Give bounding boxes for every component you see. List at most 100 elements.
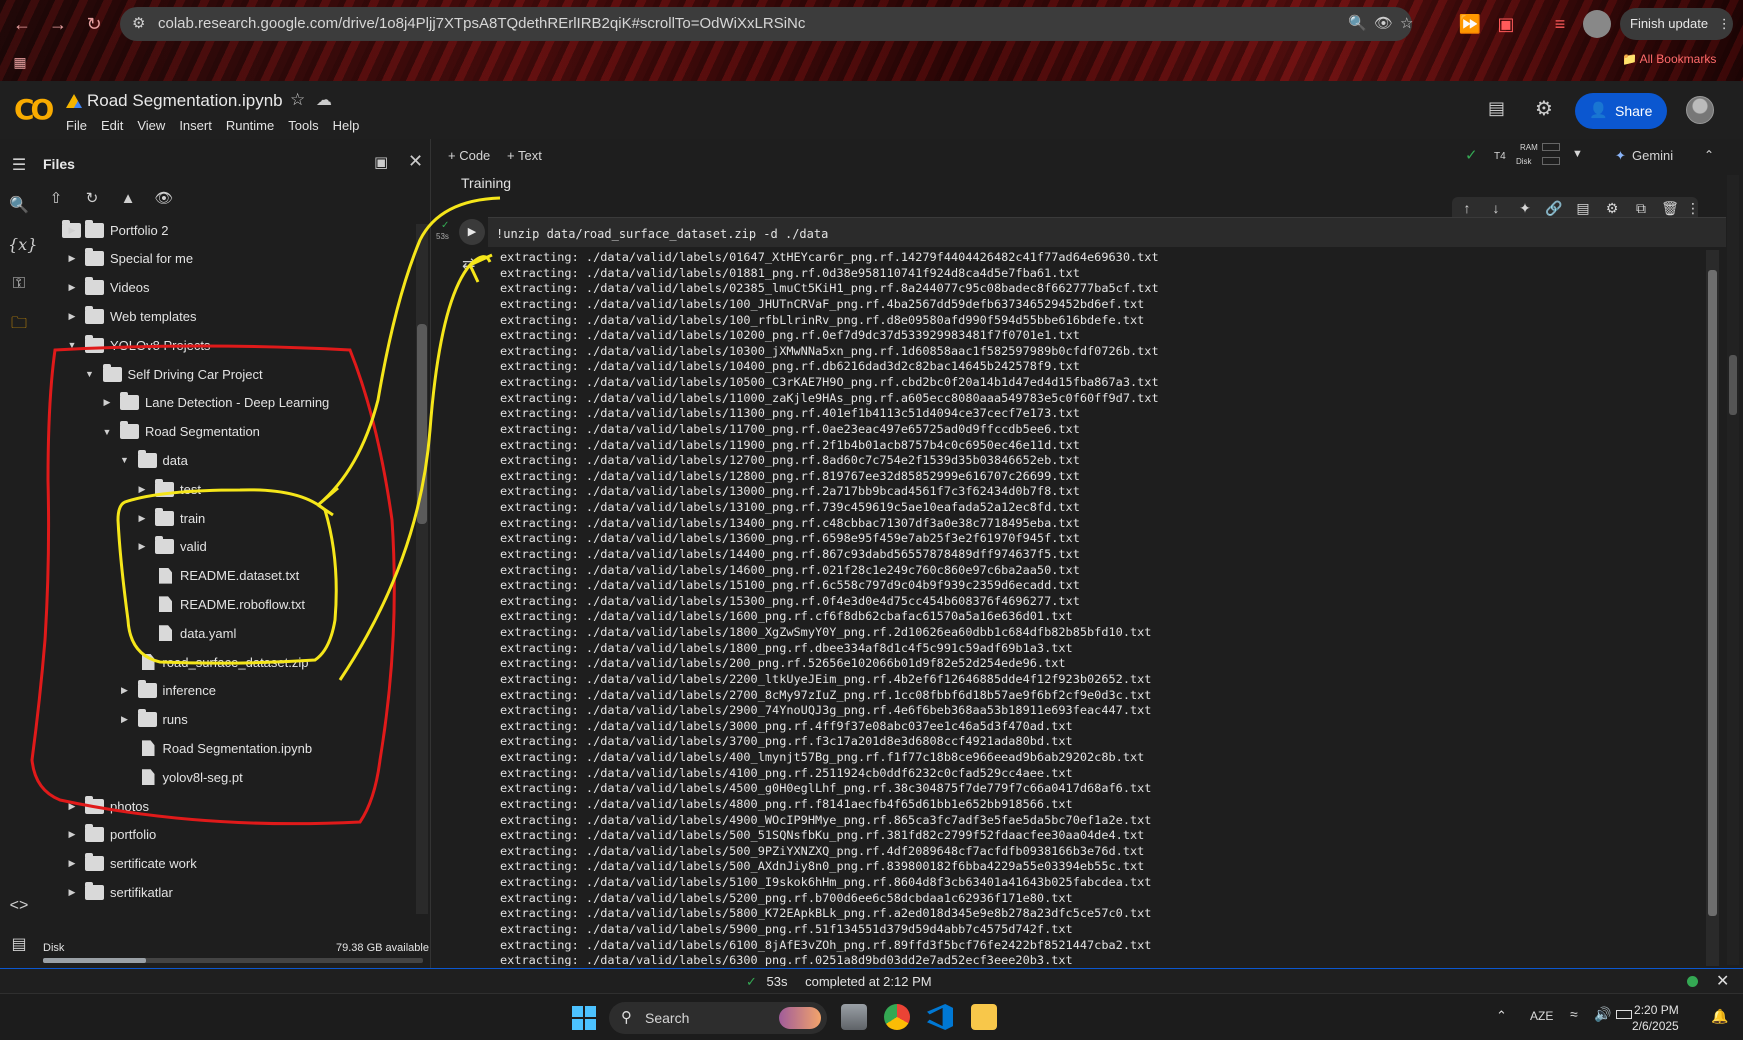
tree-folder[interactable]: ▶ photos — [65, 795, 149, 817]
extension-puzzle-icon[interactable]: ▣ — [1494, 12, 1518, 36]
tree-folder[interactable]: ▶ Videos — [65, 277, 150, 299]
files-folder-icon[interactable]: 🗀 — [8, 313, 30, 335]
tree-folder[interactable]: ▼ Self Driving Car Project — [83, 363, 263, 385]
output-scroll-thumb[interactable] — [1708, 270, 1717, 916]
start-windows-icon[interactable] — [572, 1006, 596, 1030]
more-vert-icon[interactable]: ⋮ — [1718, 16, 1731, 31]
execution-status[interactable]: ✓ 53s completed at 2:12 PM — [746, 974, 932, 990]
add-text-button[interactable]: + Text — [507, 148, 542, 163]
expand-more-icon[interactable]: ▼ — [83, 369, 97, 379]
chevron-right-icon[interactable]: ▶ — [118, 714, 132, 725]
run-cell-button[interactable]: ▶ — [459, 219, 485, 245]
tree-file[interactable]: yolov8l-seg.pt — [118, 766, 243, 788]
command-palette-icon[interactable]: ▤ — [8, 934, 30, 956]
gemini-cell-icon[interactable]: ✦ — [1516, 200, 1534, 217]
tree-file[interactable]: README.dataset.txt — [135, 565, 299, 587]
cell-code[interactable]: !unzip data/road_surface_dataset.zip -d … — [496, 227, 828, 241]
apps-grid-icon[interactable]: ▦ — [8, 50, 32, 74]
tree-folder[interactable]: ▶ Lane Detection - Deep Learning — [100, 392, 329, 414]
tree-folder[interactable]: ▶ Web templates — [65, 305, 196, 327]
zoom-icon[interactable]: 🔍 — [1348, 14, 1367, 32]
runtime-type[interactable]: T4 — [1494, 151, 1506, 162]
tree-folder[interactable]: ▶ train — [135, 507, 205, 529]
tree-folder[interactable]: ▶ portfolio — [65, 824, 156, 846]
menu-insert[interactable]: Insert — [179, 118, 212, 133]
add-code-button[interactable]: + Code — [448, 148, 490, 163]
search-icon[interactable]: 🔍 — [8, 195, 30, 217]
tree-file[interactable]: Road Segmentation.ipynb — [118, 737, 312, 759]
vscode-icon[interactable] — [927, 1004, 953, 1030]
notebook-scroll-thumb[interactable] — [1729, 355, 1737, 415]
scroll-thumb[interactable] — [417, 324, 427, 524]
runtime-status-dot[interactable] — [1687, 976, 1698, 987]
open-in-tab-icon[interactable]: ▣ — [374, 153, 388, 171]
runtime-dropdown-icon[interactable]: ▼ — [1572, 148, 1583, 160]
close-icon[interactable]: ✕ — [408, 151, 423, 172]
mount-drive-icon[interactable]: ▲ — [118, 189, 138, 209]
expand-more-icon[interactable]: ▼ — [118, 455, 132, 465]
bookmark-star-icon[interactable]: ☆ — [1400, 14, 1413, 32]
extension-icon[interactable]: ⏩ — [1458, 12, 1482, 36]
tree-folder[interactable]: ▶ sertificate work — [65, 853, 197, 875]
wifi-icon[interactable]: ≈ — [1570, 1006, 1578, 1022]
tray-chevron-icon[interactable]: ⌃ — [1496, 1008, 1507, 1024]
notebook-scrollbar[interactable] — [1727, 175, 1739, 965]
tree-folder[interactable]: ▶ valid — [135, 536, 207, 558]
profile-avatar[interactable] — [1583, 10, 1611, 38]
secrets-key-icon[interactable]: ⚿ — [8, 273, 30, 295]
expand-more-icon[interactable]: ▼ — [100, 427, 114, 437]
link-icon[interactable]: 🔗 — [1545, 200, 1563, 217]
eye-off-icon[interactable]: 👁 — [1374, 14, 1393, 32]
tree-folder[interactable]: ▶ runs — [118, 709, 188, 731]
variables-icon[interactable]: {x} — [8, 234, 37, 256]
site-settings-icon[interactable]: ⚙ — [132, 14, 145, 32]
system-clock[interactable]: 2:20 PM 2/6/2025 — [1632, 1002, 1679, 1034]
chevron-right-icon[interactable]: ▶ — [135, 513, 149, 524]
chevron-right-icon[interactable]: ▶ — [65, 829, 79, 840]
refresh-icon[interactable]: ↻ — [82, 189, 102, 209]
cloud-icon[interactable]: ☁ — [316, 90, 332, 110]
menu-help[interactable]: Help — [333, 118, 360, 133]
tree-file[interactable]: README.roboflow.txt — [135, 593, 305, 615]
account-avatar[interactable] — [1686, 96, 1714, 124]
menu-runtime[interactable]: Runtime — [226, 118, 274, 133]
battery-icon[interactable] — [1616, 1010, 1632, 1019]
status-close-icon[interactable]: ✕ — [1716, 971, 1729, 991]
cell-more-icon[interactable]: ⋮ — [1684, 200, 1702, 217]
tree-folder[interactable]: ▶ test — [135, 478, 201, 500]
tree-folder[interactable]: ▶ sertifikatlar — [65, 881, 173, 903]
file-explorer-icon[interactable] — [971, 1004, 997, 1030]
menu-tools[interactable]: Tools — [288, 118, 318, 133]
finish-update-button[interactable]: Finish update ⋮ — [1620, 8, 1733, 40]
star-icon[interactable]: ☆ — [290, 90, 305, 110]
reading-list-icon[interactable]: ≡ — [1548, 12, 1572, 36]
gemini-button[interactable]: Gemini — [1632, 148, 1673, 163]
tree-folder[interactable]: ▶ inference — [118, 680, 216, 702]
tree-folder[interactable]: ▼ Road Segmentation — [100, 421, 260, 443]
chevron-right-icon[interactable]: ▶ — [135, 541, 149, 552]
forward-icon[interactable]: → — [46, 12, 70, 36]
cell-settings-icon[interactable]: ⚙ — [1603, 200, 1621, 217]
code-cell[interactable]: !unzip data/road_surface_dataset.zip -d … — [488, 217, 1726, 247]
comment-icon[interactable]: ▤ — [1574, 200, 1592, 217]
chevron-right-icon[interactable]: ▶ — [118, 685, 132, 696]
menu-view[interactable]: View — [137, 118, 165, 133]
chevron-right-icon[interactable]: ▶ — [65, 225, 79, 236]
code-snippets-icon[interactable]: <> — [8, 895, 30, 917]
chevron-right-icon[interactable]: ▶ — [65, 311, 79, 322]
upload-file-icon[interactable]: ⇧ — [46, 189, 66, 209]
tree-folder[interactable]: ▼ data — [118, 449, 188, 471]
task-view-icon[interactable] — [841, 1004, 867, 1030]
move-down-icon[interactable]: ↓ — [1487, 200, 1505, 216]
share-button[interactable]: 👤 Share — [1575, 93, 1667, 129]
chevron-right-icon[interactable]: ▶ — [65, 801, 79, 812]
menu-edit[interactable]: Edit — [101, 118, 123, 133]
notebook-title[interactable]: Road Segmentation.ipynb — [87, 91, 283, 111]
output-actions-icon[interactable]: ⇄ — [462, 254, 475, 274]
output-scrollbar[interactable] — [1706, 250, 1719, 966]
table-of-contents-icon[interactable]: ☰ — [8, 155, 30, 177]
file-tree-scrollbar[interactable] — [416, 224, 428, 914]
delete-icon[interactable]: 🗑 — [1661, 200, 1679, 217]
notification-bell-icon[interactable]: 🔔 — [1711, 1008, 1728, 1025]
collapse-chevron-icon[interactable]: ⌃ — [1704, 148, 1714, 162]
